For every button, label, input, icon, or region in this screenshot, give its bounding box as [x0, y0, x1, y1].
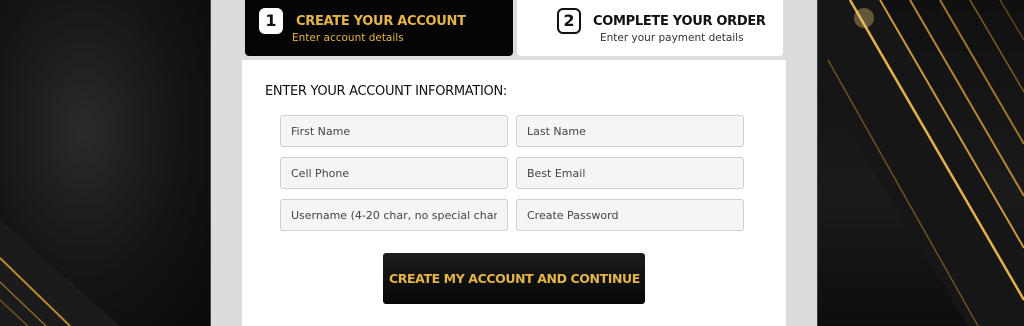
background-right-panel — [818, 0, 1024, 326]
create-account-button[interactable]: CREATE MY ACCOUNT AND CONTINUE — [383, 253, 645, 304]
step-title: CREATE YOUR ACCOUNT — [296, 14, 466, 29]
username-field[interactable] — [280, 199, 508, 231]
background-left-decoration — [0, 220, 120, 326]
form-heading: ENTER YOUR ACCOUNT INFORMATION: — [265, 84, 507, 99]
cell-phone-field[interactable] — [280, 157, 508, 189]
step-number-badge: 1 — [259, 8, 283, 34]
checkout-steps: 1 CREATE YOUR ACCOUNT Enter account deta… — [245, 0, 783, 56]
password-field[interactable] — [516, 199, 744, 231]
step-subtitle: Enter account details — [292, 32, 404, 44]
step-tab-create-account[interactable]: 1 CREATE YOUR ACCOUNT Enter account deta… — [245, 0, 513, 56]
step-title: COMPLETE YOUR ORDER — [593, 14, 766, 29]
email-field[interactable] — [516, 157, 744, 189]
last-name-field[interactable] — [516, 115, 744, 147]
account-form: ENTER YOUR ACCOUNT INFORMATION: CREATE M… — [242, 60, 786, 326]
step-number-badge: 2 — [557, 8, 581, 34]
background-right-decoration — [818, 0, 1024, 326]
step-tab-complete-order[interactable]: 2 COMPLETE YOUR ORDER Enter your payment… — [517, 0, 783, 56]
step-subtitle: Enter your payment details — [600, 32, 744, 44]
first-name-field[interactable] — [280, 115, 508, 147]
background-left-panel — [0, 0, 210, 326]
